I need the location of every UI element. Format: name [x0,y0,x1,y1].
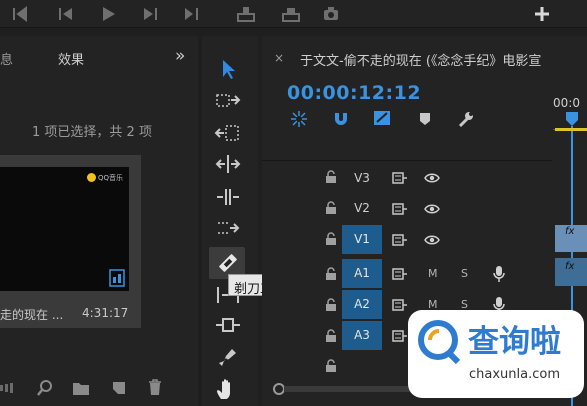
close-sequence-icon[interactable]: × [274,51,284,65]
new-bin-icon[interactable] [72,379,90,397]
transport-bar [0,0,587,28]
lock-icon[interactable] [325,201,337,215]
sync-lock-icon[interactable] [392,268,408,280]
track-select-tool-icon[interactable] [214,90,242,112]
fx-badge: fx [565,226,575,237]
sync-lock-icon[interactable] [392,172,408,184]
track-label-a1[interactable]: A1 [342,259,382,288]
magnifier-logo-icon [414,318,462,366]
zoom-slider[interactable] [0,382,16,394]
lock-icon[interactable] [325,298,337,312]
linked-selection-icon[interactable] [373,109,391,127]
pen-tool-icon[interactable] [214,346,242,368]
lock-icon[interactable] [325,232,337,246]
prev-frame-icon[interactable] [56,4,76,24]
slide-tool-icon[interactable] [214,314,242,336]
overwrite-icon[interactable] [281,4,301,24]
fx-badge: fx [565,261,575,272]
toggle-output-eye-icon[interactable] [424,204,440,214]
new-item-icon[interactable] [110,379,128,397]
snap-icon[interactable] [332,109,350,127]
export-frame-icon[interactable] [321,4,341,24]
step-back-icon[interactable] [10,4,30,24]
clip-duration: 4:31:17 [82,306,129,320]
timeline-scrollbar[interactable] [270,380,410,398]
track-label-v3[interactable]: V3 [342,164,382,193]
sequence-tab[interactable]: 于文文-偷不走的现在 (《念念手纪》电影宣 [300,50,541,69]
voiceover-mic-icon[interactable] [493,265,505,283]
selection-status: 1 项已选择，共 2 项 [32,125,152,140]
track-label-v1[interactable]: V1 [342,225,382,254]
toggle-output-eye-icon[interactable] [424,173,440,183]
ruler-timecode: 00:0 [553,96,580,110]
tab-effects[interactable]: 效果 [58,49,84,68]
ripple-edit-tool-icon[interactable] [214,122,242,144]
sync-lock-icon[interactable] [392,299,408,311]
selection-tool-icon[interactable] [214,58,242,80]
razor-tool-icon[interactable] [214,252,242,274]
track-header-divider [262,160,552,161]
clip-title: 走的现在 ... [0,308,64,322]
lock-icon[interactable] [325,170,337,184]
playhead-icon[interactable] [566,112,578,126]
sync-lock-icon[interactable] [392,203,408,215]
hand-tool-icon[interactable] [214,378,242,400]
rate-stretch-tool-icon[interactable] [214,186,242,208]
track-label-a2[interactable]: A2 [342,290,382,319]
add-icon[interactable] [532,4,552,24]
next-frame-icon[interactable] [140,4,160,24]
wrench-icon[interactable] [457,110,475,128]
trash-icon[interactable] [146,378,164,396]
mute-button[interactable]: M [428,267,438,280]
panel-overflow-icon[interactable]: » [175,46,185,66]
insert-icon[interactable] [236,4,256,24]
track-label-a3[interactable]: A3 [342,321,382,350]
tab-info[interactable]: 息 [0,49,13,68]
add-marker-icon[interactable] [418,111,432,127]
lock-icon[interactable] [325,267,337,281]
thumbnail-watermark: QQ音乐 [98,174,124,182]
toggle-output-eye-icon[interactable] [424,235,440,245]
solo-button[interactable]: S [461,267,468,280]
nest-sequence-icon[interactable] [290,110,308,128]
search-icon[interactable] [36,379,54,397]
rolling-edit-tool-icon[interactable] [214,153,242,175]
rate-stretch-alt-tool-icon[interactable] [214,217,242,239]
watermark-url: chaxunla.com [469,367,560,382]
track-label-v2[interactable]: V2 [342,194,382,223]
lock-icon[interactable] [325,329,337,343]
step-forward-icon[interactable] [181,4,201,24]
play-icon[interactable] [98,4,118,24]
sync-lock-icon[interactable] [392,330,408,342]
project-bottom-bar [0,370,198,406]
work-area-bar[interactable] [555,128,587,131]
watermark-title: 查询啦 [468,324,561,360]
qq-music-logo-icon [87,173,96,182]
sync-lock-icon[interactable] [392,234,408,246]
playhead-timecode[interactable]: 00:00:12:12 [287,82,421,104]
clip-thumbnail[interactable] [0,167,129,291]
lock-icon[interactable] [325,359,337,373]
